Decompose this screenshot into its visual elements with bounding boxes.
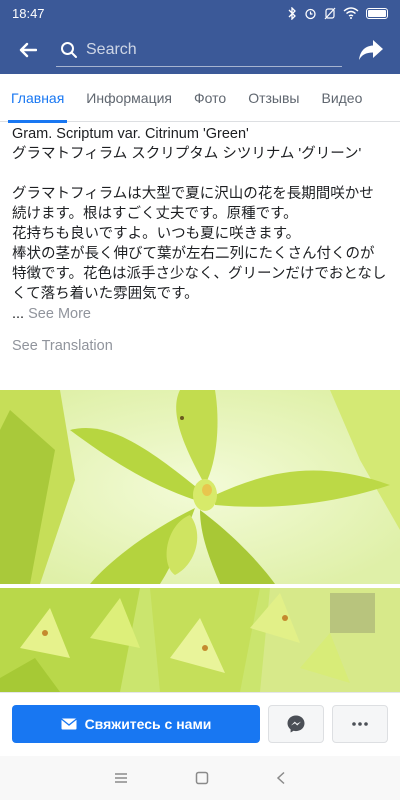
post-content: Gram. Scriptum var. Citrinum 'Green' グラマ… [0,124,400,354]
share-button[interactable] [342,26,400,74]
post-title-latin: Gram. Scriptum var. Citrinum 'Green' [12,126,249,142]
search-icon [61,41,77,58]
search-input[interactable] [86,40,286,59]
post-body-line: 花持ちも良いですよ。いつも夏に咲きます。 [12,226,301,242]
messenger-button[interactable] [268,704,324,743]
app-header [0,26,400,74]
back-button[interactable] [0,26,56,74]
system-nav-bar [0,756,400,800]
contact-us-button[interactable]: Свяжитесь с нами [12,704,260,743]
post-title-japanese: グラマトフィラム スクリプタム シツリナム 'グリーン' [12,146,362,162]
post-photo-orchid-cluster[interactable] [0,588,400,692]
post-body-line: グラマトフィラムは大型で夏に沢山の花を長期間咲かせ続けます。根はすごく丈夫です。… [12,186,374,222]
tab-home[interactable]: Главная [0,74,75,123]
post-text: Gram. Scriptum var. Citrinum 'Green' グラマ… [0,124,400,324]
arrow-left-icon [19,42,37,58]
contact-us-label: Свяжитесь с нами [84,715,212,732]
tab-info[interactable]: Информация [75,74,183,122]
battery-icon [366,7,388,19]
silent-icon [324,7,336,19]
envelope-icon [60,717,77,729]
status-icons [288,6,388,20]
messenger-icon [287,715,305,732]
menu-icon[interactable] [114,772,128,784]
bluetooth-icon [288,6,296,20]
orchid-cluster-image [0,588,400,692]
orchid-closeup-image [0,390,400,584]
post-body-line: 棒状の茎が長く伸びて葉が左右二列にたくさん付くのが特徴です。花色は派手さ少なく、… [12,246,387,302]
see-more-link[interactable]: See More [28,306,91,322]
more-options-button[interactable] [332,704,388,743]
post-photo-orchid-closeup[interactable] [0,390,400,584]
page-tabs: Главная Информация Фото Отзывы Видео [0,74,400,123]
home-icon[interactable] [195,771,209,785]
search-bar[interactable] [56,33,342,67]
status-bar: 18:47 [0,0,400,26]
ellipsis: ... [12,306,25,322]
status-time: 18:47 [12,5,45,21]
tab-photos[interactable]: Фото [183,74,237,122]
tab-reviews[interactable]: Отзывы [237,74,310,122]
wifi-icon [343,7,359,19]
see-translation-link[interactable]: See Translation [0,338,400,354]
share-arrow-icon [359,40,383,60]
alarm-icon [305,8,316,19]
more-dots-icon [352,721,368,726]
back-nav-icon[interactable] [276,771,286,785]
tab-videos[interactable]: Видео [310,74,373,122]
page-action-bar: Свяжитесь с нами [0,692,400,754]
see-more-row: ... See More [12,304,388,324]
